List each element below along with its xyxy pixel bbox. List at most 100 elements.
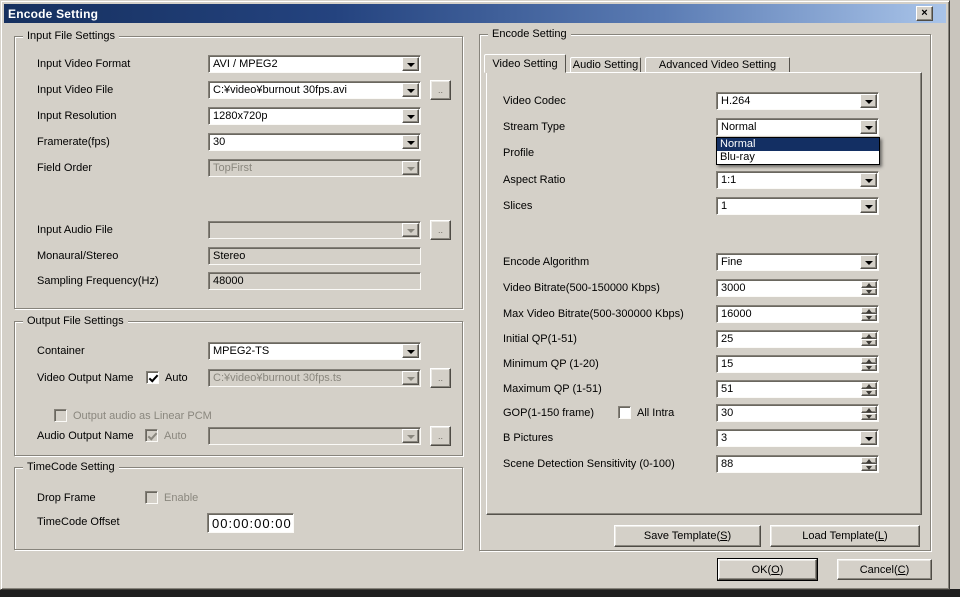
gop-label: GOP(1-150 frame) bbox=[503, 404, 594, 422]
spin-up-icon[interactable] bbox=[861, 281, 877, 288]
spin-down-icon[interactable] bbox=[861, 464, 877, 471]
gop-row: GOP(1-150 frame) All Intra 30 bbox=[487, 404, 921, 422]
minimum-qp-row: Minimum QP (1-20) 15 bbox=[487, 355, 921, 373]
chevron-down-icon[interactable] bbox=[860, 255, 877, 269]
spin-up-icon[interactable] bbox=[861, 357, 877, 364]
input-video-file-select[interactable]: C:¥video¥burnout 30fps.avi bbox=[208, 81, 421, 99]
gop-input[interactable]: 30 bbox=[716, 404, 879, 422]
b-pictures-select[interactable]: 3 bbox=[716, 429, 879, 447]
stream-type-select[interactable]: Normal bbox=[716, 118, 879, 136]
dropdown-option-bluray[interactable]: Blu-ray bbox=[717, 151, 879, 164]
combo-value: 1 bbox=[721, 199, 876, 214]
tab-advanced-video-setting[interactable]: Advanced Video Setting bbox=[645, 57, 790, 73]
slices-row: Slices 1 bbox=[487, 197, 921, 215]
monaural-stereo-label: Monaural/Stereo bbox=[37, 247, 118, 265]
aspect-ratio-row: Aspect Ratio 1:1 bbox=[487, 171, 921, 189]
field-value: 48000 bbox=[213, 274, 418, 289]
video-output-name-select-disabled: C:¥video¥burnout 30fps.ts bbox=[208, 369, 421, 387]
timecode-offset-label: TimeCode Offset bbox=[37, 513, 120, 531]
titlebar[interactable]: Encode Setting × bbox=[4, 4, 946, 23]
aspect-ratio-select[interactable]: 1:1 bbox=[716, 171, 879, 189]
dropdown-option-normal[interactable]: Normal bbox=[717, 138, 879, 151]
chevron-down-icon[interactable] bbox=[860, 94, 877, 108]
maximum-qp-input[interactable]: 51 bbox=[716, 380, 879, 398]
tab-video-setting[interactable]: Video Setting bbox=[484, 54, 566, 73]
browse-video-file-button[interactable]: .. bbox=[430, 80, 451, 100]
chevron-down-icon[interactable] bbox=[402, 109, 419, 123]
encode-algorithm-row: Encode Algorithm Fine bbox=[487, 253, 921, 271]
sampling-frequency-label: Sampling Frequency(Hz) bbox=[37, 272, 159, 290]
spin-down-icon[interactable] bbox=[861, 413, 877, 420]
input-video-format-select[interactable]: AVI / MPEG2 bbox=[208, 55, 421, 73]
max-video-bitrate-input[interactable]: 16000 bbox=[716, 305, 879, 323]
spin-down-icon[interactable] bbox=[861, 389, 877, 396]
combo-value: TopFirst bbox=[213, 161, 418, 176]
chevron-down-icon[interactable] bbox=[402, 344, 419, 358]
field-value: 15 bbox=[721, 357, 876, 372]
chevron-down-icon[interactable] bbox=[860, 173, 877, 187]
minimum-qp-label: Minimum QP (1-20) bbox=[503, 355, 599, 373]
combo-value: Fine bbox=[721, 255, 876, 270]
sampling-frequency-row: Sampling Frequency(Hz) 48000 bbox=[15, 272, 462, 290]
spin-up-icon[interactable] bbox=[861, 457, 877, 464]
spin-up-icon[interactable] bbox=[861, 307, 877, 314]
video-codec-row: Video Codec H.264 bbox=[487, 92, 921, 110]
spin-up-icon[interactable] bbox=[861, 406, 877, 413]
initial-qp-input[interactable]: 25 bbox=[716, 330, 879, 348]
video-codec-select[interactable]: H.264 bbox=[716, 92, 879, 110]
drop-frame-enable-checkbox-disabled bbox=[145, 491, 158, 504]
audio-output-name-row: Audio Output Name Auto .. bbox=[15, 427, 462, 445]
load-template-button[interactable]: Load Template(L) bbox=[770, 525, 920, 547]
ok-button[interactable]: OK(O) bbox=[718, 559, 817, 580]
encode-setting-group: Encode Setting Video Setting Audio Setti… bbox=[479, 34, 931, 551]
timecode-offset-input[interactable]: 00:00:00:00 bbox=[207, 513, 294, 533]
spin-down-icon[interactable] bbox=[861, 339, 877, 346]
slices-label: Slices bbox=[503, 197, 532, 215]
chevron-down-icon[interactable] bbox=[860, 199, 877, 213]
spin-down-icon[interactable] bbox=[861, 288, 877, 295]
audio-output-auto-checkbox-disabled bbox=[145, 429, 158, 442]
max-video-bitrate-row: Max Video Bitrate(500-300000 Kbps) 16000 bbox=[487, 305, 921, 323]
group-title: TimeCode Setting bbox=[23, 461, 119, 474]
input-audio-file-select-disabled bbox=[208, 221, 421, 239]
encode-algorithm-label: Encode Algorithm bbox=[503, 253, 589, 271]
spin-down-icon[interactable] bbox=[861, 364, 877, 371]
minimum-qp-input[interactable]: 15 bbox=[716, 355, 879, 373]
combo-value: H.264 bbox=[721, 94, 876, 109]
group-title: Output File Settings bbox=[23, 315, 128, 328]
cancel-button[interactable]: Cancel(C) bbox=[837, 559, 932, 580]
combo-value: 1:1 bbox=[721, 173, 876, 188]
close-button[interactable]: × bbox=[916, 6, 933, 21]
spin-up-icon[interactable] bbox=[861, 382, 877, 389]
spin-up-icon[interactable] bbox=[861, 332, 877, 339]
all-intra-label: All Intra bbox=[637, 404, 674, 422]
video-output-auto-checkbox[interactable] bbox=[146, 371, 159, 384]
encode-algorithm-select[interactable]: Fine bbox=[716, 253, 879, 271]
tab-audio-setting[interactable]: Audio Setting bbox=[570, 57, 641, 73]
output-audio-linear-pcm-checkbox-disabled bbox=[54, 409, 67, 422]
slices-select[interactable]: 1 bbox=[716, 197, 879, 215]
chevron-down-icon[interactable] bbox=[860, 431, 877, 445]
combo-value: AVI / MPEG2 bbox=[213, 57, 418, 72]
chevron-down-icon[interactable] bbox=[860, 120, 877, 134]
group-title: Encode Setting bbox=[488, 28, 571, 41]
all-intra-checkbox[interactable] bbox=[618, 406, 631, 419]
spin-down-icon[interactable] bbox=[861, 314, 877, 321]
input-resolution-select[interactable]: 1280x720p bbox=[208, 107, 421, 125]
container-label: Container bbox=[37, 342, 85, 360]
chevron-down-icon[interactable] bbox=[402, 135, 419, 149]
b-pictures-row: B Pictures 3 bbox=[487, 429, 921, 447]
chevron-down-icon[interactable] bbox=[402, 83, 419, 97]
container-select[interactable]: MPEG2-TS bbox=[208, 342, 421, 360]
container-row: Container MPEG2-TS bbox=[15, 342, 462, 360]
video-bitrate-input[interactable]: 3000 bbox=[716, 279, 879, 297]
framerate-row: Framerate(fps) 30 bbox=[15, 133, 462, 151]
chevron-down-icon[interactable] bbox=[402, 57, 419, 71]
framerate-label: Framerate(fps) bbox=[37, 133, 110, 151]
scene-detection-input[interactable]: 88 bbox=[716, 455, 879, 473]
save-template-button[interactable]: Save Template(S) bbox=[614, 525, 761, 547]
max-video-bitrate-label: Max Video Bitrate(500-300000 Kbps) bbox=[503, 305, 684, 323]
combo-value: C:¥video¥burnout 30fps.ts bbox=[213, 371, 418, 386]
framerate-select[interactable]: 30 bbox=[208, 133, 421, 151]
field-value: 16000 bbox=[721, 307, 876, 322]
